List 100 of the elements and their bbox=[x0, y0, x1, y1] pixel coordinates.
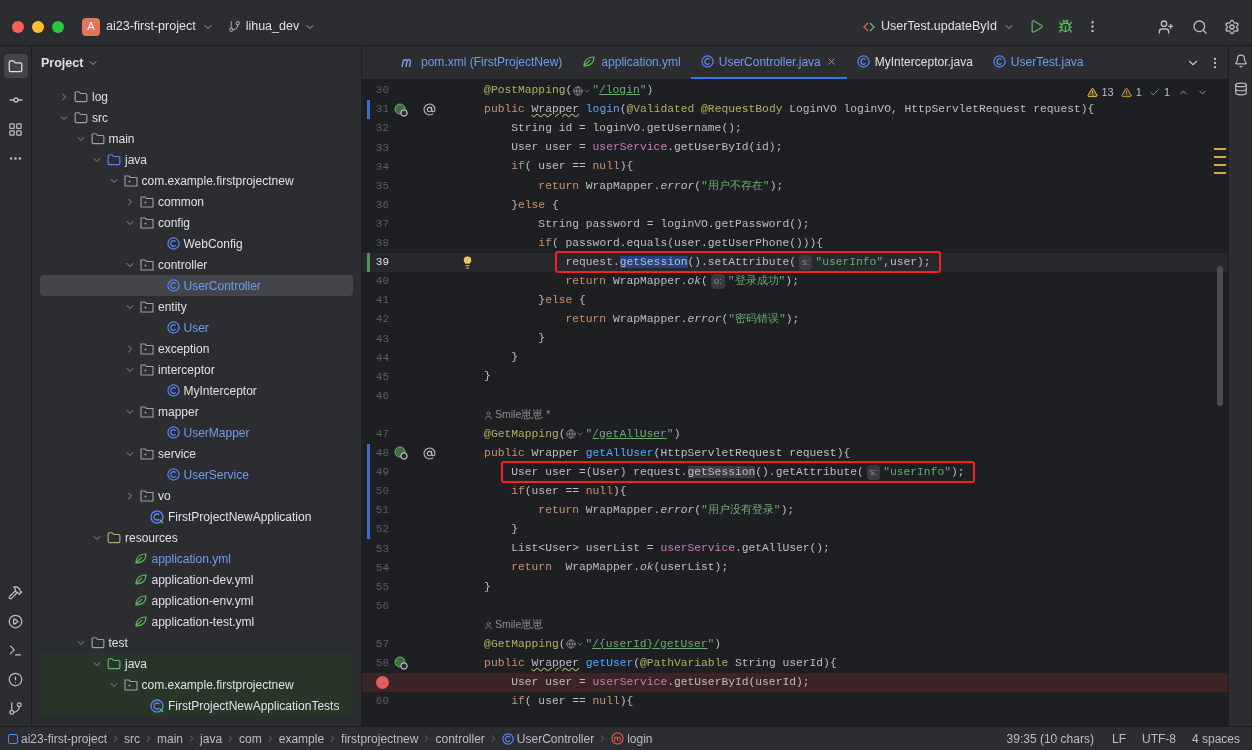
line-number: 48 bbox=[374, 446, 389, 462]
tree-item[interactable]: application-env.yml bbox=[40, 590, 353, 611]
editor-tab[interactable]: application.yml bbox=[572, 46, 691, 79]
breadcrumb[interactable]: java bbox=[200, 729, 223, 748]
tree-item[interactable]: log bbox=[40, 86, 353, 107]
close-tab-icon[interactable] bbox=[825, 56, 837, 67]
minimize-window-button[interactable] bbox=[32, 20, 44, 33]
tree-item-label: UserMapper bbox=[183, 424, 250, 442]
hammer-icon[interactable] bbox=[8, 585, 23, 600]
git-icon[interactable] bbox=[8, 701, 23, 716]
globe-icon[interactable] bbox=[573, 85, 592, 96]
code-text: public Wrapper getUser(@PathVariable String userId){ bbox=[483, 655, 837, 671]
bean-icon[interactable] bbox=[394, 102, 408, 117]
globe-icon[interactable] bbox=[566, 429, 585, 440]
breakpoint[interactable] bbox=[376, 675, 389, 689]
tree-item[interactable]: config bbox=[40, 212, 353, 233]
bean-icon[interactable] bbox=[394, 656, 408, 671]
tree-item[interactable]: WebConfig bbox=[40, 233, 353, 254]
tree-item[interactable]: main bbox=[40, 128, 353, 149]
breadcrumb[interactable]: login bbox=[611, 729, 653, 748]
tree-item[interactable]: resources bbox=[40, 527, 353, 548]
author-hint[interactable]: Smile崽崽 * bbox=[495, 407, 551, 423]
change-marker[interactable] bbox=[367, 443, 370, 463]
project-tool-button[interactable] bbox=[3, 54, 28, 78]
at-sign-icon[interactable] bbox=[423, 103, 436, 117]
package-folder-icon bbox=[123, 678, 138, 691]
indent-setting[interactable]: 4 spaces bbox=[1191, 729, 1240, 748]
problems-icon[interactable] bbox=[8, 672, 23, 687]
project-view-selector[interactable]: Project bbox=[41, 53, 100, 73]
change-marker[interactable] bbox=[367, 520, 370, 540]
change-marker[interactable] bbox=[367, 481, 370, 502]
breadcrumb[interactable]: src bbox=[124, 729, 141, 748]
editor-tab[interactable]: pom.xml (FirstProjectNew) bbox=[390, 46, 573, 79]
breadcrumb[interactable]: com bbox=[239, 729, 262, 748]
tree-item[interactable]: interceptor bbox=[40, 359, 353, 380]
scrollbar[interactable] bbox=[1217, 266, 1223, 406]
add-user-icon[interactable] bbox=[1158, 18, 1174, 35]
tree-item[interactable]: application.yml bbox=[40, 548, 353, 569]
marker-stripe[interactable] bbox=[1214, 148, 1226, 174]
tree-item[interactable]: MyInterceptor bbox=[40, 380, 353, 401]
breadcrumb[interactable]: controller bbox=[435, 729, 485, 748]
tree-item[interactable]: service bbox=[40, 443, 353, 464]
tree-item[interactable]: User bbox=[40, 317, 353, 338]
line-separator[interactable]: LF bbox=[1111, 729, 1126, 748]
run-icon[interactable] bbox=[1029, 19, 1044, 34]
notifications-icon[interactable] bbox=[1233, 54, 1248, 68]
tree-item[interactable]: vo bbox=[40, 485, 353, 506]
editor-tab[interactable]: MyInterceptor.java bbox=[846, 46, 983, 79]
tree-item[interactable]: application-dev.yml bbox=[40, 569, 353, 590]
structure-icon[interactable] bbox=[8, 122, 23, 137]
inspection-widget[interactable]: 13 1 1 bbox=[1086, 84, 1208, 101]
tree-item[interactable]: com.example.firstprojectnew bbox=[40, 170, 353, 191]
tree-item[interactable]: src bbox=[40, 107, 353, 128]
database-icon[interactable] bbox=[1233, 82, 1248, 96]
lightbulb-icon[interactable] bbox=[461, 255, 474, 269]
debug-icon[interactable] bbox=[1058, 19, 1073, 34]
search-icon[interactable] bbox=[1192, 18, 1208, 35]
tree-item[interactable]: FirstProjectNewApplication bbox=[40, 506, 353, 527]
tree-item[interactable]: common bbox=[40, 191, 353, 212]
branch-selector[interactable]: lihua_dev bbox=[227, 17, 317, 36]
tree-item[interactable]: exception bbox=[40, 338, 353, 359]
author-hint[interactable]: Smile崽崽 bbox=[495, 617, 544, 634]
bean-icon[interactable] bbox=[394, 446, 408, 461]
breadcrumb[interactable]: example bbox=[278, 729, 325, 748]
editor-tab[interactable]: UserController.java bbox=[690, 46, 847, 79]
tree-item[interactable]: UserController bbox=[40, 275, 353, 296]
change-marker[interactable] bbox=[367, 501, 370, 521]
tree-item[interactable]: com.example.firstprojectnew bbox=[40, 674, 353, 695]
code-text: "/getAllUser") bbox=[585, 426, 681, 442]
run-tool-icon[interactable] bbox=[8, 614, 23, 629]
maximize-window-button[interactable] bbox=[52, 20, 64, 33]
breadcrumb[interactable]: UserController bbox=[501, 729, 595, 748]
breadcrumb[interactable]: ai23-first-project bbox=[8, 729, 108, 748]
tree-item[interactable]: UserService bbox=[40, 464, 353, 485]
tree-item[interactable]: java bbox=[40, 653, 353, 674]
change-marker[interactable] bbox=[367, 100, 370, 120]
globe-icon[interactable] bbox=[566, 639, 585, 650]
run-configuration-selector[interactable]: UserTest.updateById bbox=[862, 17, 1015, 36]
change-marker[interactable] bbox=[367, 252, 370, 272]
tree-item[interactable]: test bbox=[40, 632, 353, 653]
tree-item[interactable]: java bbox=[40, 149, 353, 170]
settings-icon[interactable] bbox=[1224, 18, 1240, 35]
tree-item[interactable]: controller bbox=[40, 254, 353, 275]
breadcrumb[interactable]: firstprojectnew bbox=[341, 729, 419, 748]
caret-position[interactable]: 39:35 (10 chars) bbox=[1006, 729, 1094, 748]
close-window-button[interactable] bbox=[12, 20, 24, 33]
tree-item[interactable]: application-test.yml bbox=[40, 611, 353, 632]
change-marker[interactable] bbox=[367, 462, 370, 482]
at-sign-icon[interactable] bbox=[423, 446, 436, 460]
tree-item[interactable]: FirstProjectNewApplicationTests bbox=[40, 695, 353, 716]
parameter-hint: o: bbox=[710, 274, 725, 289]
tree-item[interactable]: mapper bbox=[40, 401, 353, 422]
terminal-icon[interactable] bbox=[8, 643, 23, 658]
tree-item[interactable]: UserMapper bbox=[40, 422, 353, 443]
file-encoding[interactable]: UTF-8 bbox=[1141, 729, 1176, 748]
project-selector[interactable]: A ai23-first-project bbox=[82, 17, 214, 36]
tree-item[interactable]: entity bbox=[40, 296, 353, 317]
breadcrumb[interactable]: main bbox=[157, 729, 184, 748]
tree-item-label: java bbox=[125, 655, 147, 673]
editor-tab[interactable]: UserTest.java bbox=[982, 46, 1094, 79]
